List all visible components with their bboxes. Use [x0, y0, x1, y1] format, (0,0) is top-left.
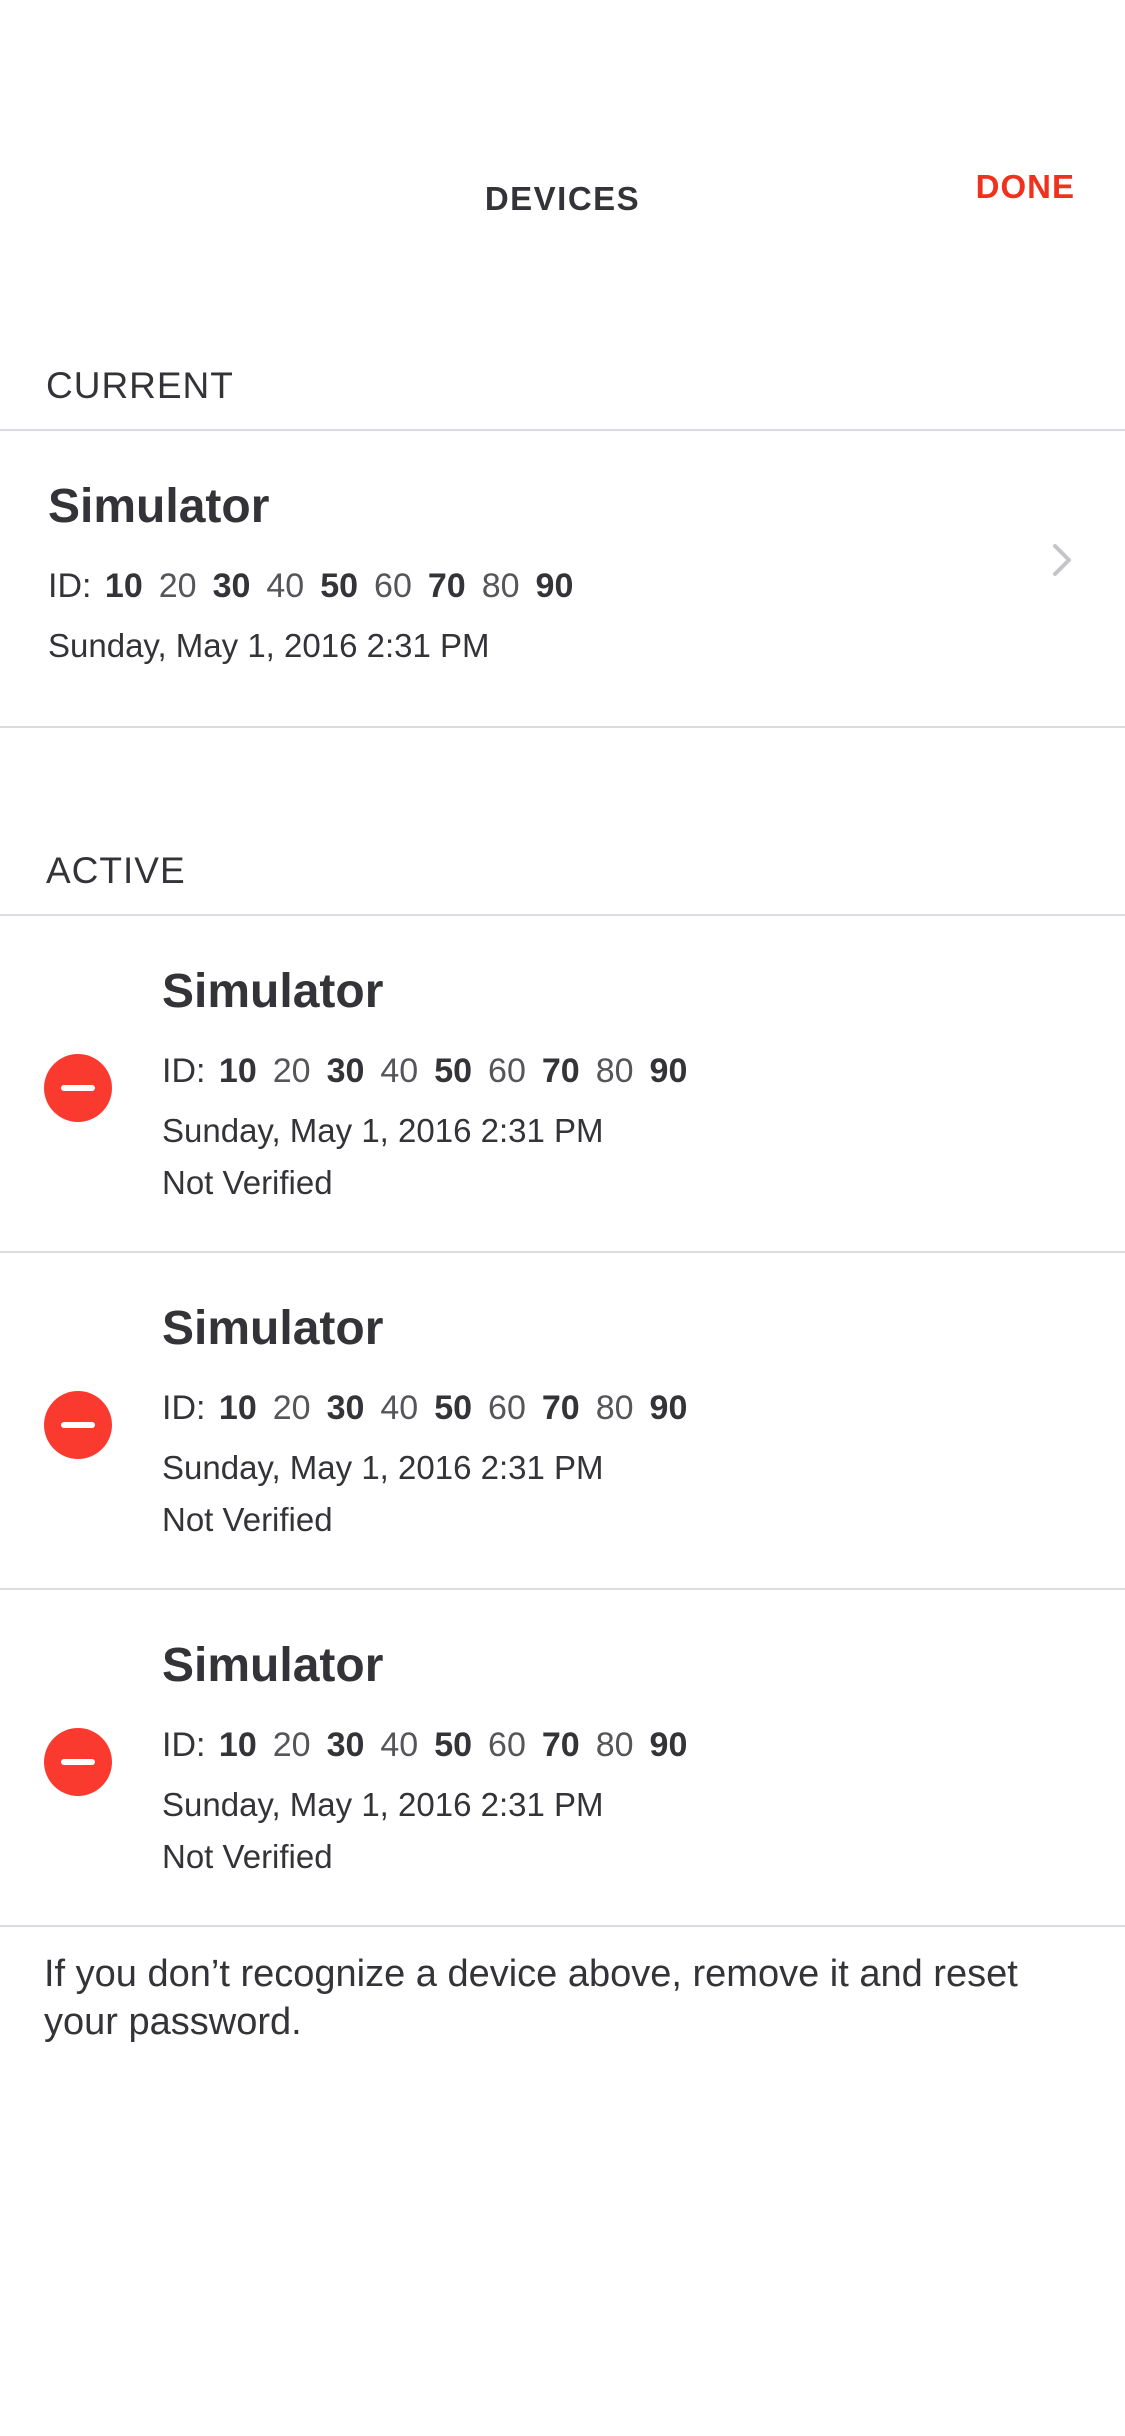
device-id-segment: 90 — [535, 567, 574, 605]
device-name: Simulator — [48, 480, 270, 533]
device-id-segment: 20 — [158, 567, 197, 605]
footer-note: If you don’t recognize a device above, r… — [44, 1953, 1018, 2043]
device-id-segment: 90 — [649, 1726, 688, 1764]
device-id-segment: 40 — [380, 1052, 419, 1090]
device-id-segment: 50 — [434, 1726, 473, 1764]
device-id-segment: 70 — [427, 567, 466, 605]
device-date: Sunday, May 1, 2016 2:31 PM — [162, 1112, 604, 1149]
device-id: ID: 10 20 30 40 50 60 70 80 90 — [162, 1389, 703, 1428]
device-id-segment: 30 — [212, 567, 251, 605]
device-id-segment: 40 — [266, 567, 305, 605]
device-id-segment: 70 — [541, 1052, 580, 1090]
device-id-segment: 40 — [380, 1726, 419, 1764]
device-id-segment: 30 — [326, 1389, 365, 1427]
device-id: ID: 10 20 30 40 50 60 70 80 90 — [48, 567, 589, 606]
device-id-segment: 60 — [374, 567, 412, 605]
device-id: ID: 10 20 30 40 50 60 70 80 90 — [162, 1052, 703, 1091]
device-id-prefix: ID: — [162, 1726, 206, 1764]
device-id-segment: 10 — [104, 567, 143, 605]
remove-device-button[interactable] — [44, 1054, 112, 1122]
device-id-segment: 80 — [481, 567, 520, 605]
device-id-segment: 20 — [272, 1389, 311, 1427]
device-id-segment: 70 — [541, 1389, 580, 1427]
device-id-segment: 60 — [488, 1052, 526, 1090]
device-id-segment: 50 — [434, 1052, 473, 1090]
device-id-segment: 50 — [320, 567, 359, 605]
device-name: Simulator — [162, 1302, 384, 1355]
chevron-right-icon — [1053, 544, 1071, 576]
remove-device-button[interactable] — [44, 1728, 112, 1796]
device-id-segment: 30 — [326, 1052, 365, 1090]
device-id-segment: 10 — [218, 1052, 257, 1090]
device-id-segment: 80 — [595, 1726, 634, 1764]
section-header-current: CURRENT — [46, 365, 234, 406]
device-id-prefix: ID: — [162, 1052, 206, 1090]
device-name: Simulator — [162, 965, 384, 1018]
active-device-row: Simulator ID: 10 20 30 40 50 60 70 80 90 Sunday,… — [0, 1590, 1125, 1925]
remove-device-button[interactable] — [44, 1391, 112, 1459]
device-id-segment: 20 — [272, 1726, 311, 1764]
device-id-prefix: ID: — [48, 567, 92, 605]
device-date: Sunday, May 1, 2016 2:31 PM — [162, 1449, 604, 1486]
device-date: Sunday, May 1, 2016 2:31 PM — [48, 627, 490, 664]
section-header-active: ACTIVE — [46, 850, 186, 891]
active-device-row: Simulator ID: 10 20 30 40 50 60 70 80 90 Sunday,… — [0, 1253, 1125, 1588]
devices-screen: DEVICES DONE CURRENT Simulator ID: 10 20 3… — [0, 0, 1125, 2436]
device-id-segment: 80 — [595, 1389, 634, 1427]
device-id-segment: 40 — [380, 1389, 419, 1427]
divider — [0, 1925, 1125, 1927]
device-id-segment: 50 — [434, 1389, 473, 1427]
current-device-row[interactable]: Simulator ID: 10 20 30 40 50 60 70 80 90 Sunday,… — [0, 431, 1125, 726]
device-id-prefix: ID: — [162, 1389, 206, 1427]
device-id-segment: 30 — [326, 1726, 365, 1764]
device-date: Sunday, May 1, 2016 2:31 PM — [162, 1786, 604, 1823]
device-status: Not Verified — [162, 1838, 333, 1875]
device-status: Not Verified — [162, 1501, 333, 1538]
device-id-segment: 10 — [218, 1389, 257, 1427]
device-name: Simulator — [162, 1639, 384, 1692]
device-id-segment: 90 — [649, 1389, 688, 1427]
device-id: ID: 10 20 30 40 50 60 70 80 90 — [162, 1726, 703, 1765]
device-id-segment: 60 — [488, 1726, 526, 1764]
done-button[interactable]: DONE — [976, 168, 1075, 206]
device-id-segment: 90 — [649, 1052, 688, 1090]
device-id-segment: 60 — [488, 1389, 526, 1427]
device-status: Not Verified — [162, 1164, 333, 1201]
device-id-segment: 10 — [218, 1726, 257, 1764]
device-id-segment: 70 — [541, 1726, 580, 1764]
device-id-segment: 80 — [595, 1052, 634, 1090]
page-title: DEVICES — [484, 180, 641, 217]
device-id-segment: 20 — [272, 1052, 311, 1090]
active-device-row: Simulator ID: 10 20 30 40 50 60 70 80 90 Sunday,… — [0, 916, 1125, 1251]
divider — [0, 726, 1125, 728]
